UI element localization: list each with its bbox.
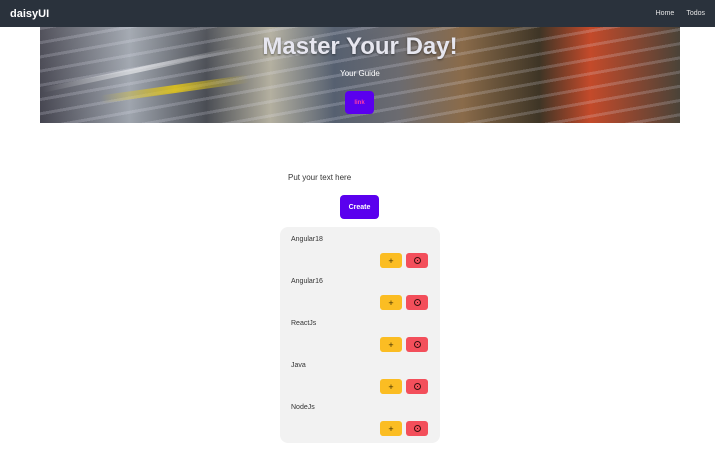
plus-icon: +: [388, 381, 394, 392]
todo-item: Angular16 +: [280, 269, 440, 311]
hero-subtitle: Your Guide: [340, 69, 380, 78]
delete-button[interactable]: [406, 337, 428, 352]
add-button[interactable]: +: [380, 379, 402, 394]
add-button[interactable]: +: [380, 337, 402, 352]
todo-item-label: Java: [291, 362, 306, 369]
todo-item-label: Angular16: [291, 278, 323, 285]
todo-item: Java +: [280, 353, 440, 395]
delete-button[interactable]: [406, 379, 428, 394]
hero-banner: Master Your Day! Your Guide link: [40, 27, 680, 123]
todo-list-card: Angular18 + Angular16 + ReactJs + Java +…: [280, 227, 440, 443]
todo-item-label: NodeJs: [291, 404, 315, 411]
circle-x-icon: [413, 341, 421, 348]
todo-item: ReactJs +: [280, 311, 440, 353]
plus-icon: +: [388, 255, 394, 266]
circle-x-icon: [413, 425, 421, 432]
plus-icon: +: [388, 297, 394, 308]
plus-icon: +: [388, 339, 394, 350]
hero-title: Master Your Day!: [262, 33, 458, 60]
create-button[interactable]: Create: [340, 195, 379, 219]
hero-link-button[interactable]: link: [345, 91, 374, 114]
circle-x-icon: [413, 383, 421, 390]
delete-button[interactable]: [406, 295, 428, 310]
circle-x-icon: [413, 257, 421, 264]
hero-light-streak: [100, 74, 250, 104]
delete-button[interactable]: [406, 253, 428, 268]
todo-item: NodeJs +: [280, 395, 440, 437]
plus-icon: +: [388, 423, 394, 434]
nav-links: Home Todos: [656, 10, 705, 17]
todo-item-label: Angular18: [291, 236, 323, 243]
delete-button[interactable]: [406, 421, 428, 436]
add-button[interactable]: +: [380, 295, 402, 310]
nav-link-home[interactable]: Home: [656, 10, 675, 17]
todo-item-label: ReactJs: [291, 320, 317, 327]
circle-x-icon: [413, 299, 421, 306]
todo-text-input[interactable]: [282, 168, 432, 186]
todo-item: Angular18 +: [280, 227, 440, 269]
brand-logo[interactable]: daisyUI: [10, 8, 49, 20]
navbar: daisyUI Home Todos: [0, 0, 715, 27]
add-button[interactable]: +: [380, 253, 402, 268]
nav-link-todos[interactable]: Todos: [686, 10, 705, 17]
add-button[interactable]: +: [380, 421, 402, 436]
